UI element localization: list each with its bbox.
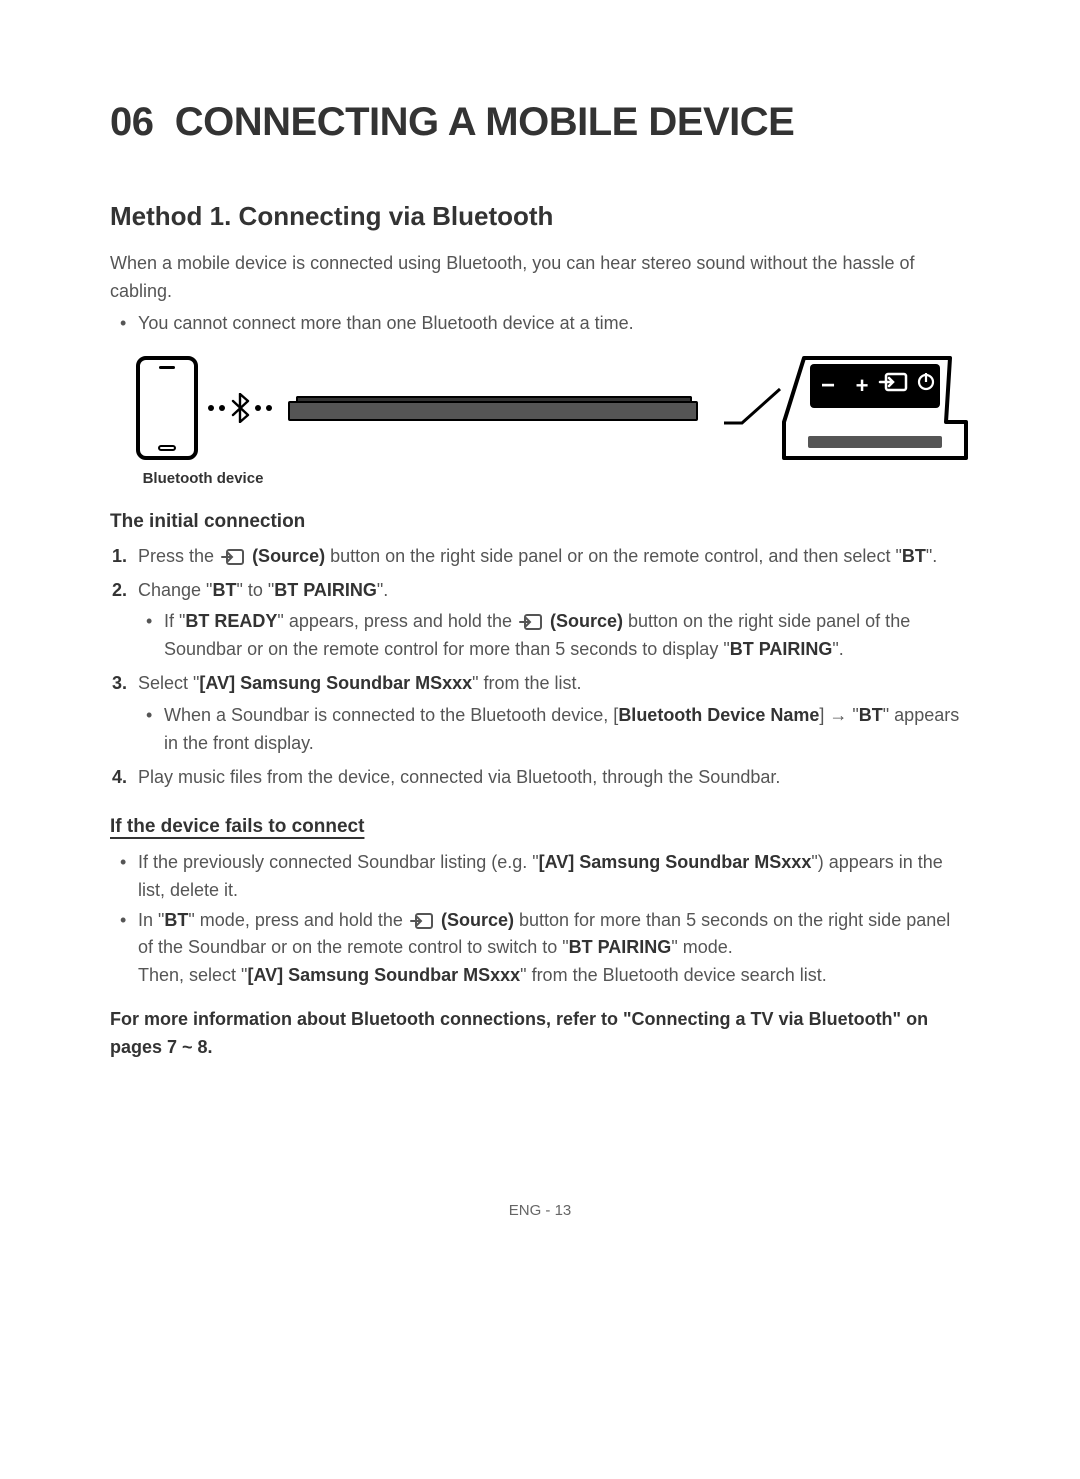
panel-minus-button: − bbox=[821, 372, 835, 399]
bluetooth-icon bbox=[230, 393, 250, 423]
panel-plus-button: + bbox=[856, 373, 869, 398]
source-icon bbox=[221, 548, 245, 566]
fails-heading: If the device fails to connect bbox=[110, 816, 970, 839]
fails-bullet-2: In "BT" mode, press and hold the (Source… bbox=[138, 907, 970, 991]
step-2: Change "BT" to "BT PAIRING". If "BT READ… bbox=[138, 577, 970, 665]
cross-reference: For more information about Bluetooth con… bbox=[110, 1006, 970, 1062]
step-4: Play music files from the device, connec… bbox=[138, 764, 970, 792]
page-footer: ENG - 13 bbox=[110, 1202, 970, 1219]
step-3: Select "[AV] Samsung Soundbar MSxxx" fro… bbox=[138, 670, 970, 758]
callout-line bbox=[722, 375, 782, 435]
source-icon bbox=[519, 613, 543, 631]
step-1: Press the (Source) button on the right s… bbox=[138, 543, 970, 571]
figure-caption: Bluetooth device bbox=[118, 470, 288, 487]
chapter-title: 06 CONNECTING A MOBILE DEVICE bbox=[110, 100, 970, 145]
bluetooth-signal-icon bbox=[208, 393, 272, 423]
figure-bluetooth-connection: − + bbox=[136, 352, 970, 464]
intro-paragraph: When a mobile device is connected using … bbox=[110, 250, 970, 306]
phone-icon bbox=[136, 356, 198, 460]
fails-bullet-1: If the previously connected Soundbar lis… bbox=[138, 849, 970, 905]
source-icon bbox=[410, 912, 434, 930]
soundbar-icon bbox=[288, 395, 722, 421]
step-3-sub: When a Soundbar is connected to the Blue… bbox=[164, 702, 970, 758]
chapter-number: 06 bbox=[110, 100, 154, 144]
initial-connection-heading: The initial connection bbox=[110, 511, 970, 533]
manual-page: 06 CONNECTING A MOBILE DEVICE Method 1. … bbox=[0, 0, 1080, 1269]
step-2-sub: If "BT READY" appears, press and hold th… bbox=[164, 608, 970, 664]
section-title: Method 1. Connecting via Bluetooth bbox=[110, 201, 970, 232]
intro-bullet: You cannot connect more than one Bluetoo… bbox=[138, 310, 970, 338]
chapter-name: CONNECTING A MOBILE DEVICE bbox=[175, 100, 795, 144]
initial-connection-steps: Press the (Source) button on the right s… bbox=[110, 543, 970, 792]
fails-bullets: If the previously connected Soundbar lis… bbox=[110, 849, 970, 990]
soundbar-side-panel-icon: − + bbox=[780, 352, 970, 464]
